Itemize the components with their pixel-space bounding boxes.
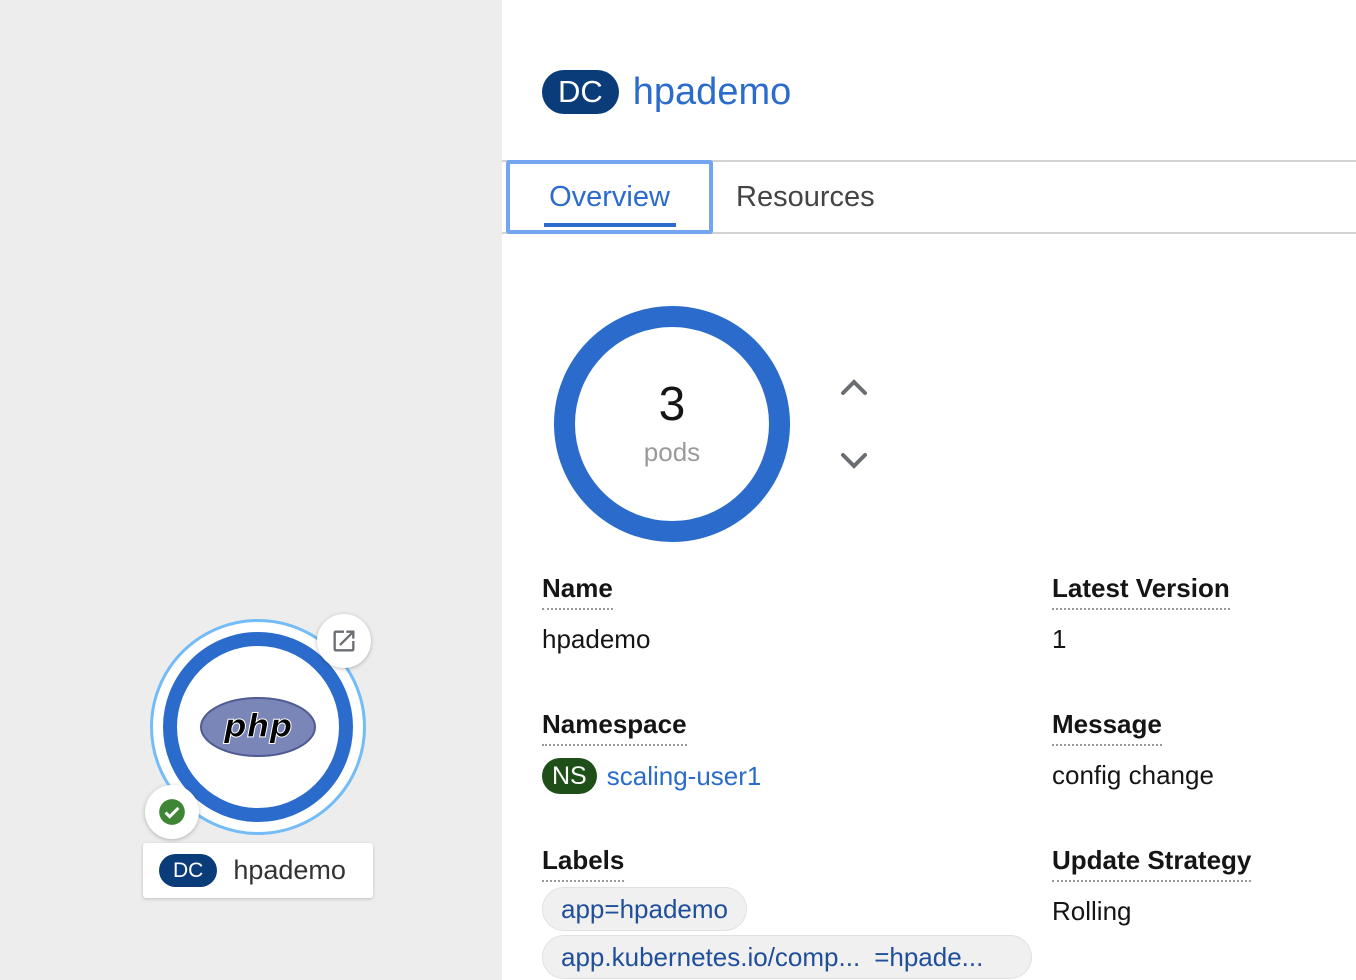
tab-overview-label: Overview bbox=[549, 180, 670, 213]
field-update-strategy: Update Strategy Rolling bbox=[1052, 845, 1252, 927]
scale-up-button[interactable] bbox=[838, 371, 870, 403]
resource-name-link[interactable]: hpademo bbox=[633, 71, 791, 114]
label-chip-key: app.kubernetes.io/comp... bbox=[561, 941, 861, 972]
side-panel: DC hpademo Overview Resources 3 pods Nam… bbox=[502, 0, 1356, 980]
field-labels-label[interactable]: Labels bbox=[542, 845, 625, 882]
field-update-strategy-label[interactable]: Update Strategy bbox=[1052, 845, 1252, 882]
pod-ring-chart: 3 pods bbox=[554, 306, 790, 542]
kind-badge: DC bbox=[159, 854, 218, 887]
php-logo-icon: php bbox=[200, 697, 316, 757]
field-namespace: Namespace NS scaling-user1 bbox=[542, 709, 761, 794]
label-chip[interactable]: app=hpademo bbox=[542, 887, 747, 931]
panel-header: DC hpademo bbox=[542, 70, 791, 114]
field-latest-version: Latest Version 1 bbox=[1052, 573, 1230, 655]
field-message: Message config change bbox=[1052, 709, 1214, 791]
node-name: hpademo bbox=[233, 855, 346, 885]
check-circle-icon bbox=[159, 799, 185, 825]
namespace-badge: NS bbox=[542, 758, 597, 794]
resource-kind-badge: DC bbox=[542, 70, 619, 114]
chevron-down-icon bbox=[841, 453, 867, 469]
field-update-strategy-value: Rolling bbox=[1052, 896, 1132, 926]
tab-overview[interactable]: Overview bbox=[506, 160, 713, 234]
topology-canvas[interactable]: php DC hpademo bbox=[0, 0, 502, 980]
tab-resources[interactable]: Resources bbox=[736, 160, 875, 234]
label-chip[interactable]: app.kubernetes.io/comp... =hpade... bbox=[542, 935, 1032, 979]
php-logo-text: php bbox=[223, 707, 293, 745]
panel-tabs: Overview Resources bbox=[502, 160, 1356, 234]
field-latest-version-label[interactable]: Latest Version bbox=[1052, 573, 1230, 610]
field-message-label[interactable]: Message bbox=[1052, 709, 1162, 746]
build-status-indicator[interactable] bbox=[145, 785, 199, 839]
workload-node-label[interactable]: DC hpademo bbox=[143, 843, 373, 898]
namespace-link[interactable]: scaling-user1 bbox=[607, 761, 762, 792]
external-link-icon bbox=[333, 630, 355, 652]
field-namespace-label[interactable]: Namespace bbox=[542, 709, 687, 746]
field-labels: Labels app=hpademo app.kubernetes.io/com… bbox=[542, 845, 1032, 979]
field-name-value: hpademo bbox=[542, 624, 651, 654]
chevron-up-icon bbox=[841, 379, 867, 395]
field-message-value: config change bbox=[1052, 760, 1214, 790]
label-chip-value: =hpade... bbox=[874, 941, 984, 972]
pod-count-label: pods bbox=[643, 436, 701, 467]
field-name-label[interactable]: Name bbox=[542, 573, 613, 610]
pod-count: 3 bbox=[658, 377, 686, 431]
field-latest-version-value: 1 bbox=[1052, 624, 1067, 654]
scale-down-button[interactable] bbox=[838, 445, 870, 477]
field-name: Name hpademo bbox=[542, 573, 650, 655]
tab-resources-label: Resources bbox=[736, 180, 875, 213]
active-tab-indicator bbox=[544, 223, 676, 227]
open-url-button[interactable] bbox=[317, 614, 371, 668]
